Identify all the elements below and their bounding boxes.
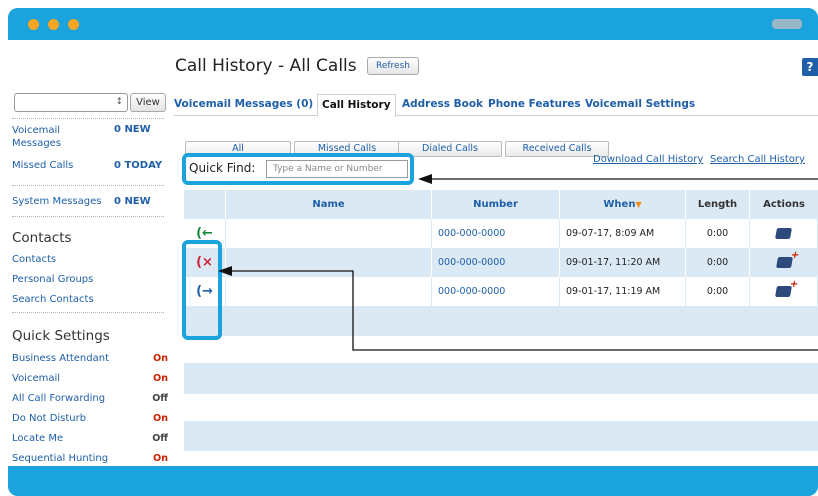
voicemail-messages-link[interactable]: Voicemail Messages <box>12 124 92 150</box>
qs-sequential-hunting[interactable]: Sequential Hunting <box>12 453 108 464</box>
empty-row <box>184 335 818 364</box>
divider <box>12 216 164 217</box>
window-dot-1[interactable] <box>28 19 39 30</box>
window-dot-2[interactable] <box>48 19 59 30</box>
search-contacts-link[interactable]: Search Contacts <box>12 294 94 305</box>
quick-settings-heading: Quick Settings <box>12 328 110 344</box>
quick-find-label: Quick Find: <box>189 161 256 175</box>
qs-all-call-forwarding-status[interactable]: Off <box>144 393 168 404</box>
empty-row <box>184 422 818 451</box>
contacts-link[interactable]: Contacts <box>12 254 56 265</box>
quick-find-input[interactable] <box>266 160 408 178</box>
content-area: ↕ View Voicemail Messages 0 NEW Missed C… <box>8 40 818 466</box>
personal-groups-link[interactable]: Personal Groups <box>12 274 93 285</box>
call-type-icons-highlight <box>182 240 222 340</box>
contacts-heading: Contacts <box>12 230 72 246</box>
table-row[interactable]: (× 000-000-0000 09-01-17, 11:20 AM 0:00 … <box>184 248 818 277</box>
empty-row <box>184 364 818 393</box>
qs-sequential-hunting-status[interactable]: On <box>144 453 168 464</box>
when-cell: 09-01-17, 11:20 AM <box>560 248 686 277</box>
voicemail-count: 0 NEW <box>114 124 151 135</box>
name-cell <box>226 248 432 277</box>
qs-locate-me-status[interactable]: Off <box>144 433 168 444</box>
column-header-when-wrap[interactable]: When▼ <box>560 190 686 219</box>
system-messages-link[interactable]: System Messages <box>12 196 102 207</box>
quick-find-arrowhead <box>418 174 432 184</box>
column-header-name[interactable]: Name <box>226 190 432 219</box>
number-link[interactable]: 000-000-0000 <box>432 248 560 277</box>
length-cell: 0:00 <box>686 219 750 248</box>
select-arrows-icon: ↕ <box>115 97 123 107</box>
window-control[interactable] <box>772 19 802 29</box>
divider <box>12 118 164 119</box>
sort-desc-icon: ▼ <box>635 200 642 209</box>
number-link[interactable]: 000-000-0000 <box>432 277 560 306</box>
missed-calls-link[interactable]: Missed Calls <box>12 160 73 171</box>
window-frame: ↕ View Voicemail Messages 0 NEW Missed C… <box>8 8 818 496</box>
refresh-button[interactable]: Refresh <box>367 57 419 75</box>
download-call-history-link[interactable]: Download Call History <box>593 154 703 165</box>
window-dot-3[interactable] <box>68 19 79 30</box>
add-contact-icon[interactable]: + <box>775 279 799 297</box>
qs-do-not-disturb[interactable]: Do Not Disturb <box>12 413 86 424</box>
empty-row <box>184 306 818 335</box>
account-select[interactable]: ↕ <box>14 93 128 112</box>
when-cell: 09-01-17, 11:19 AM <box>560 277 686 306</box>
table-header: Name Number When▼ Length Actions <box>184 190 818 219</box>
tab-voicemail-settings[interactable]: Voicemail Settings <box>585 98 695 110</box>
table-row[interactable]: (→ 000-000-0000 09-01-17, 11:19 AM 0:00 … <box>184 277 818 306</box>
column-header-length: Length <box>686 190 750 219</box>
help-button[interactable]: ? <box>802 58 818 76</box>
filter-dialed-button[interactable]: Dialed Calls <box>398 141 502 157</box>
title-bar <box>8 8 818 40</box>
tab-bar: Voicemail Messages (0) Call History Addr… <box>174 92 818 117</box>
plus-icon: + <box>789 250 800 261</box>
length-cell: 0:00 <box>686 277 750 306</box>
missed-calls-count: 0 TODAY <box>114 160 163 171</box>
divider <box>12 185 164 186</box>
page-title: Call History - All Calls <box>175 56 357 76</box>
table-row[interactable]: (← 000-000-0000 09-07-17, 8:09 AM 0:00 <box>184 219 818 248</box>
name-cell <box>226 277 432 306</box>
view-button[interactable]: View <box>130 93 166 112</box>
tab-voicemail-messages[interactable]: Voicemail Messages (0) <box>174 98 313 110</box>
column-header-when: When <box>603 199 636 210</box>
sidebar: ↕ View Voicemail Messages 0 NEW Missed C… <box>8 40 174 466</box>
empty-row <box>184 451 818 466</box>
add-contact-icon[interactable] <box>775 228 792 239</box>
qs-voicemail-status[interactable]: On <box>144 373 168 384</box>
qs-business-attendant[interactable]: Business Attendant <box>12 353 109 364</box>
search-call-history-link[interactable]: Search Call History <box>710 154 805 165</box>
qs-do-not-disturb-status[interactable]: On <box>144 413 168 424</box>
empty-row <box>184 393 818 422</box>
name-cell <box>226 219 432 248</box>
actions-cell <box>750 219 818 248</box>
qs-business-attendant-status[interactable]: On <box>144 353 168 364</box>
actions-cell: + <box>750 277 818 306</box>
number-link[interactable]: 000-000-0000 <box>432 219 560 248</box>
qs-locate-me[interactable]: Locate Me <box>12 433 63 444</box>
qs-all-call-forwarding[interactable]: All Call Forwarding <box>12 393 105 404</box>
qs-voicemail[interactable]: Voicemail <box>12 373 60 384</box>
plus-icon: + <box>788 279 800 290</box>
incoming-call-icon: (← <box>196 226 213 241</box>
header-icon-cell <box>184 190 226 219</box>
system-messages-count: 0 NEW <box>114 196 151 207</box>
footer-bar <box>8 466 818 496</box>
tab-phone-features[interactable]: Phone Features <box>488 98 581 110</box>
column-header-actions: Actions <box>763 199 805 210</box>
when-cell: 09-07-17, 8:09 AM <box>560 219 686 248</box>
tab-address-book[interactable]: Address Book <box>402 98 483 110</box>
length-cell: 0:00 <box>686 248 750 277</box>
column-header-number[interactable]: Number <box>432 190 560 219</box>
divider <box>12 312 164 313</box>
actions-cell: + <box>750 248 818 277</box>
tab-call-history[interactable]: Call History <box>317 94 396 117</box>
add-contact-icon[interactable]: + <box>775 250 800 268</box>
